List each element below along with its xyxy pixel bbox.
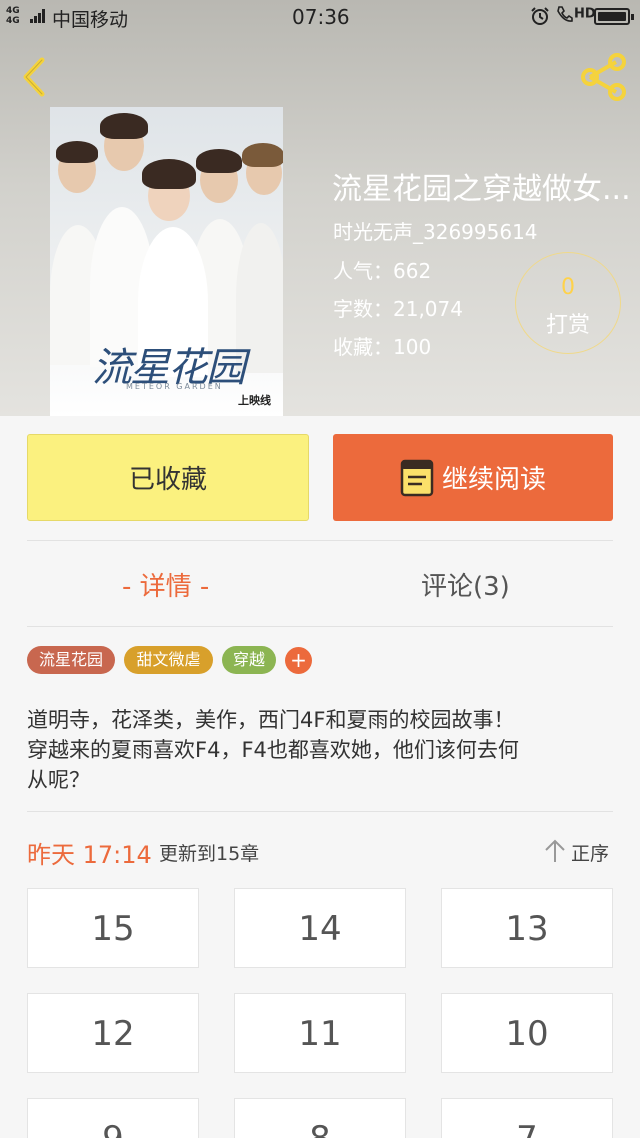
favorites-stat: 收藏：100 xyxy=(333,335,432,359)
reward-label: 打赏 xyxy=(545,313,590,338)
sort-order-button[interactable]: 正序 xyxy=(543,838,618,866)
tab-comments[interactable]: 评论(3) xyxy=(421,566,510,603)
update-time: 昨天 17:14 xyxy=(27,841,152,869)
cover-subtitle: METEOR GARDEN xyxy=(126,382,223,391)
chapter-button[interactable]: 11 xyxy=(234,993,406,1073)
popularity-stat: 人气：662 xyxy=(333,259,432,283)
chapter-button[interactable]: 9 xyxy=(27,1098,199,1138)
book-header: 4G 4G 中国移动 07:36 HD 流星花园 METEOR GARDEN 上… xyxy=(0,0,640,416)
carrier-name: 中国移动 xyxy=(52,9,129,31)
continue-reading-label: 继续阅读 xyxy=(441,465,546,495)
reward-count: 0 xyxy=(561,275,575,300)
description-line: 道明寺，花泽类，美作，西门4F和夏雨的校园故事！ xyxy=(27,708,515,732)
divider xyxy=(27,626,613,627)
description-line: 从呢？ xyxy=(27,768,90,792)
chapter-button[interactable]: 13 xyxy=(441,888,613,968)
continue-reading-button[interactable]: 继续阅读 xyxy=(333,434,613,521)
tab-detail[interactable]: - 详情 - xyxy=(122,566,209,603)
sort-order-label: 正序 xyxy=(571,843,610,865)
alarm-icon xyxy=(531,7,549,25)
favorited-label: 已收藏 xyxy=(128,465,207,495)
description-line: 穿越来的夏雨喜欢F4，F4也都喜欢她，他们该何去何 xyxy=(27,738,519,762)
tag-sweet-angst[interactable]: 甜文微虐 xyxy=(124,646,213,674)
chapter-button[interactable]: 10 xyxy=(441,993,613,1073)
cover-corner-text: 上映线 xyxy=(238,394,271,407)
divider xyxy=(27,811,613,812)
divider xyxy=(27,540,613,541)
arrow-up-icon xyxy=(545,839,565,862)
signal-bars-icon xyxy=(30,9,46,23)
status-time: 07:36 xyxy=(292,5,350,29)
chapter-button[interactable]: 12 xyxy=(27,993,199,1073)
favorited-button[interactable]: 已收藏 xyxy=(27,434,309,521)
tag-time-travel[interactable]: 穿越 xyxy=(222,646,276,674)
hd-label: HD xyxy=(574,6,596,22)
battery-icon xyxy=(594,8,634,25)
chapter-button[interactable]: 7 xyxy=(441,1098,613,1138)
chevron-left-icon xyxy=(23,57,45,97)
status-bar: 4G 4G 中国移动 07:36 HD xyxy=(0,0,640,34)
chapter-button[interactable]: 15 xyxy=(27,888,199,968)
book-author[interactable]: 时光无声_326995614 xyxy=(333,216,538,245)
reward-button[interactable]: 0 打赏 xyxy=(515,252,621,354)
signal-label: 4G 4G xyxy=(6,6,20,26)
tag-meteor-garden[interactable]: 流星花园 xyxy=(27,646,115,674)
book-description: 道明寺，花泽类，美作，西门4F和夏雨的校园故事！ 穿越来的夏雨喜欢F4，F4也都… xyxy=(27,705,617,795)
hd-call-icon: HD xyxy=(556,5,596,23)
word-count-stat: 字数：21,074 xyxy=(333,297,463,321)
add-tag-button[interactable]: + xyxy=(285,647,312,674)
share-button[interactable] xyxy=(576,50,632,104)
share-icon xyxy=(581,53,626,101)
book-cover[interactable]: 流星花园 METEOR GARDEN 上映线 xyxy=(50,107,283,416)
book-title: 流星花园之穿越做女... xyxy=(332,172,631,207)
chapter-button[interactable]: 14 xyxy=(234,888,406,968)
chapter-button[interactable]: 8 xyxy=(234,1098,406,1138)
book-icon xyxy=(400,459,434,496)
update-status: 更新到15章 xyxy=(159,843,260,865)
back-button[interactable] xyxy=(12,50,58,104)
